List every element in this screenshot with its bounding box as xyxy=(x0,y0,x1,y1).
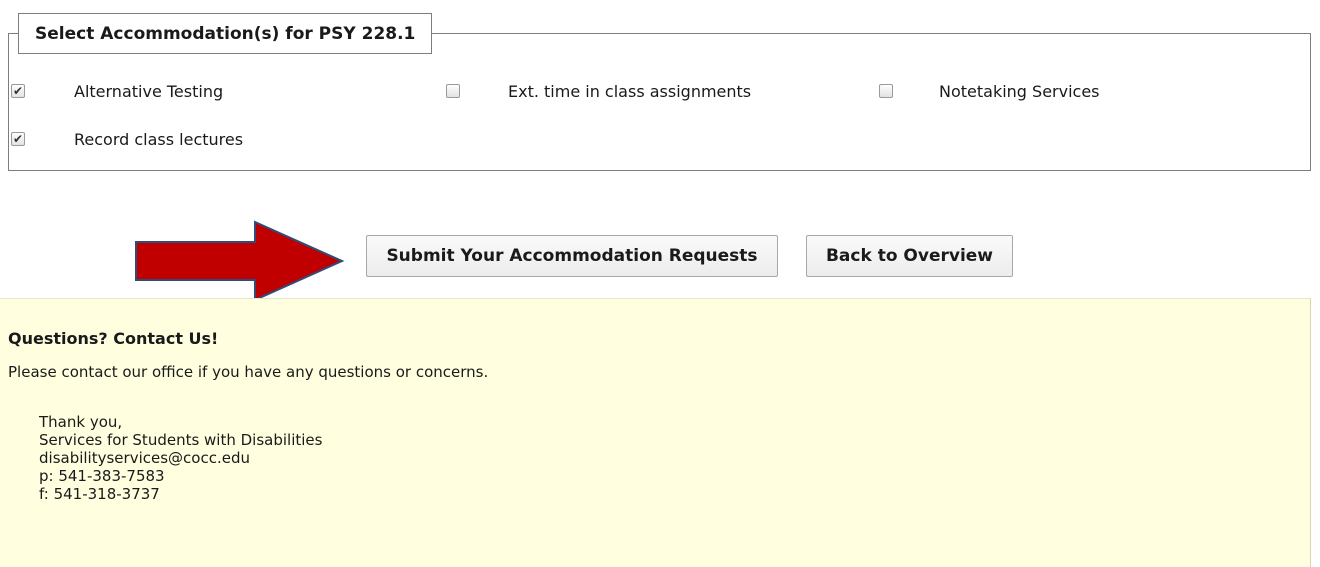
option-label: Record class lectures xyxy=(74,129,244,149)
contact-panel: Questions? Contact Us! Please contact ou… xyxy=(0,298,1311,567)
submit-requests-button[interactable]: Submit Your Accommodation Requests xyxy=(366,235,778,277)
accommodation-legend: Select Accommodation(s) for PSY 228.1 xyxy=(18,13,433,54)
signature-phone: p: 541-383-7583 xyxy=(39,467,165,485)
right-arrow-icon xyxy=(135,220,345,302)
option-ext-time[interactable]: Ext. time in class assignments xyxy=(446,80,751,102)
option-notetaking[interactable]: Notetaking Services xyxy=(879,80,1100,102)
back-to-overview-button[interactable]: Back to Overview xyxy=(806,235,1013,277)
checkbox-notetaking[interactable] xyxy=(879,84,893,98)
option-label: Ext. time in class assignments xyxy=(508,81,752,101)
option-label: Alternative Testing xyxy=(74,81,224,101)
contact-title: Questions? Contact Us! xyxy=(8,329,219,348)
option-record-lectures[interactable]: ✔ Record class lectures xyxy=(11,128,243,150)
contact-signature: Thank you, Services for Students with Di… xyxy=(39,413,322,503)
contact-message: Please contact our office if you have an… xyxy=(8,363,489,381)
option-alternative-testing[interactable]: ✔ Alternative Testing xyxy=(11,80,223,102)
option-label: Notetaking Services xyxy=(939,81,1100,101)
signature-office: Services for Students with Disabilities xyxy=(39,431,323,449)
checkbox-ext-time[interactable] xyxy=(446,84,460,98)
checkbox-alternative-testing[interactable]: ✔ xyxy=(11,84,25,98)
signature-email: disabilityservices@cocc.edu xyxy=(39,449,250,467)
signature-fax: f: 541-318-3737 xyxy=(39,485,160,503)
accommodation-page: Select Accommodation(s) for PSY 228.1 ✔ … xyxy=(0,0,1320,567)
signature-closing: Thank you, xyxy=(39,413,123,431)
checkbox-record-lectures[interactable]: ✔ xyxy=(11,132,25,146)
